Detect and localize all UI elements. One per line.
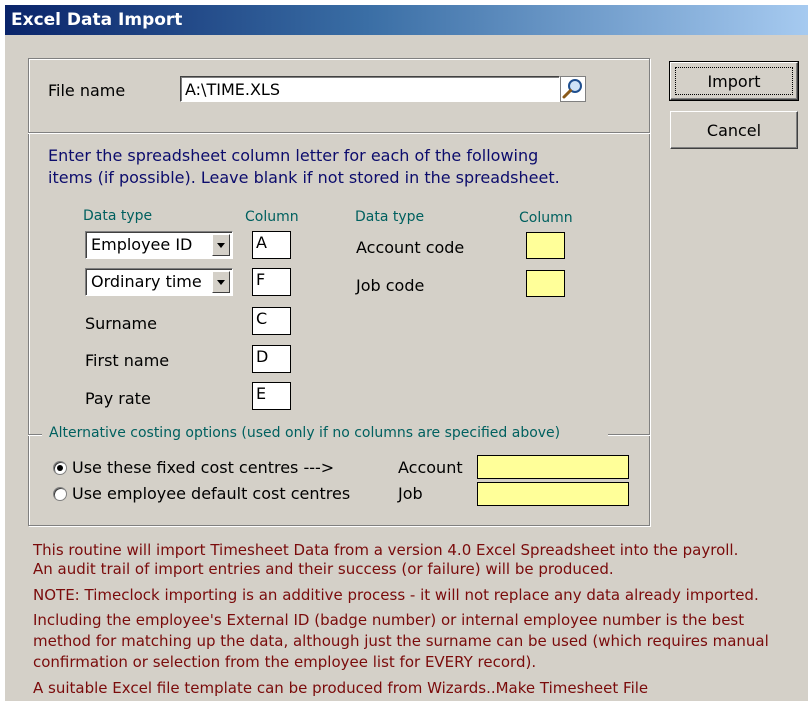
label-fixed-cost-centres: Use these fixed cost centres ---> xyxy=(72,458,335,477)
column-value-employee-id: A xyxy=(256,233,267,252)
group-line-right xyxy=(608,434,650,436)
column-input-employee-id[interactable]: A xyxy=(252,231,291,259)
note-line-2: An audit trail of import entries and the… xyxy=(33,560,614,578)
header-data-type-right: Data type xyxy=(355,209,425,225)
chevron-down-icon[interactable] xyxy=(212,234,230,256)
header-data-type-left: Data type xyxy=(83,208,153,224)
label-pay-rate: Pay rate xyxy=(85,389,151,408)
column-value-ordinary-time: F xyxy=(256,270,266,289)
radio-fixed-cost-centres[interactable] xyxy=(53,461,67,475)
file-name-label: File name xyxy=(48,81,126,100)
title-bar[interactable]: Excel Data Import xyxy=(5,5,808,35)
import-button[interactable]: Import xyxy=(669,61,799,101)
alt-costing-legend: Alternative costing options (used only i… xyxy=(49,425,561,441)
note-line-7: A suitable Excel file template can be pr… xyxy=(33,679,649,697)
label-job: Job xyxy=(398,484,423,503)
note-line-1: This routine will import Timesheet Data … xyxy=(33,541,739,559)
instruction-line-2: items (if possible). Leave blank if not … xyxy=(48,168,560,187)
note-line-4: Including the employee's External ID (ba… xyxy=(33,611,745,629)
label-default-cost-centres: Use employee default cost centres xyxy=(72,484,351,503)
header-column-left: Column xyxy=(245,209,299,225)
data-type-select-1[interactable]: Employee ID xyxy=(85,231,233,259)
column-input-account-code[interactable] xyxy=(526,232,565,259)
header-column-right: Column xyxy=(519,210,573,226)
label-first-name: First name xyxy=(85,351,170,370)
column-input-surname[interactable]: C xyxy=(252,307,291,335)
label-account: Account xyxy=(398,458,463,477)
label-surname: Surname xyxy=(85,314,157,333)
file-name-input[interactable]: A:\TIME.XLS xyxy=(180,76,560,102)
radio-default-cost-centres[interactable] xyxy=(53,487,67,501)
cancel-button[interactable]: Cancel xyxy=(670,111,798,149)
job-input[interactable] xyxy=(477,482,629,506)
column-input-pay-rate[interactable]: E xyxy=(252,382,291,410)
label-account-code: Account code xyxy=(356,238,465,257)
chevron-down-icon[interactable] xyxy=(212,271,230,293)
window-title: Excel Data Import xyxy=(11,10,183,30)
panel-divider xyxy=(28,132,650,134)
note-line-3: NOTE: Timeclock importing is an additive… xyxy=(33,586,759,604)
column-value-first-name: D xyxy=(256,347,269,366)
label-job-code: Job code xyxy=(356,276,425,295)
column-value-surname: C xyxy=(256,309,268,328)
data-type-select-2[interactable]: Ordinary time xyxy=(85,268,233,296)
excel-import-dialog: Excel Data Import File name A:\TIME.XLS … xyxy=(5,5,808,701)
column-value-pay-rate: E xyxy=(256,384,267,403)
column-input-job-code[interactable] xyxy=(526,270,565,297)
data-type-select-1-value: Employee ID xyxy=(91,235,193,254)
note-line-5: method for matching up the data, althoug… xyxy=(33,632,769,650)
file-name-value: A:\TIME.XLS xyxy=(185,80,280,99)
group-line-left xyxy=(28,434,42,436)
column-input-first-name[interactable]: D xyxy=(252,345,291,373)
note-line-6: confirmation or selection from the emplo… xyxy=(33,653,537,671)
instruction-line-1: Enter the spreadsheet column letter for … xyxy=(48,146,539,165)
cancel-button-label: Cancel xyxy=(706,120,762,140)
browse-button[interactable] xyxy=(560,76,586,102)
data-type-select-2-value: Ordinary time xyxy=(91,272,202,291)
focus-rect xyxy=(675,67,793,95)
column-input-ordinary-time[interactable]: F xyxy=(252,268,291,296)
account-input[interactable] xyxy=(477,455,629,479)
